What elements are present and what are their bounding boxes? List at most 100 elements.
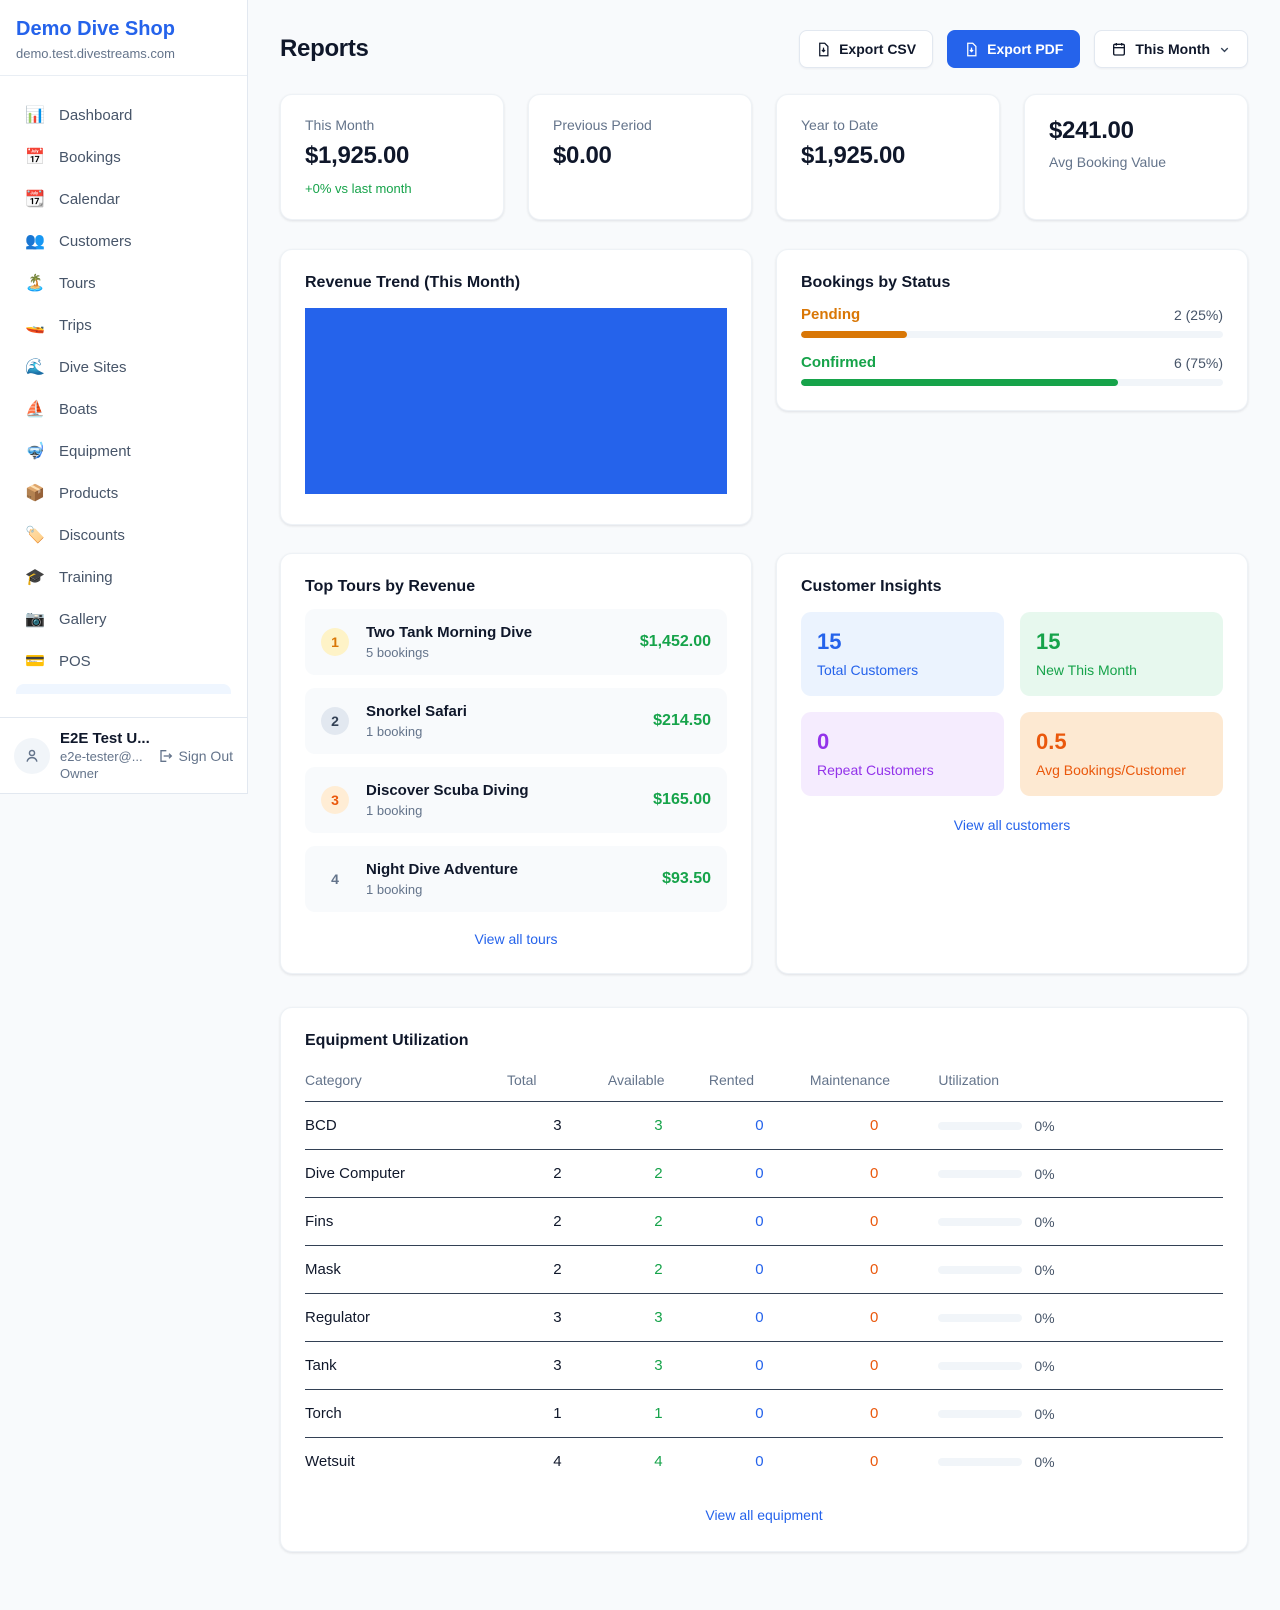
bookings-by-status-title: Bookings by Status: [801, 274, 1223, 292]
tour-bookings: 1 booking: [366, 803, 529, 818]
export-pdf-label: Export PDF: [987, 41, 1063, 57]
top-tours-title: Top Tours by Revenue: [305, 578, 727, 596]
tag-icon: 🏷️: [24, 525, 46, 545]
credit-card-icon: 💳: [24, 651, 46, 671]
bar-chart-icon: 📊: [24, 105, 46, 125]
sidebar-item-label: Trips: [59, 317, 92, 334]
cell-category: Fins: [305, 1198, 507, 1246]
view-all-customers-link[interactable]: View all customers: [954, 817, 1070, 833]
cell-available: 3: [608, 1342, 709, 1390]
utilization-pct: 0%: [1034, 1262, 1054, 1278]
sidebar-item-label: Training: [59, 569, 113, 586]
tile-avg-bookings-customer: 0.5 Avg Bookings/Customer: [1020, 712, 1223, 796]
sidebar-item-dashboard[interactable]: 📊 Dashboard: [12, 96, 235, 134]
cell-maintenance: 0: [810, 1390, 939, 1438]
sidebar-item-gallery[interactable]: 📷 Gallery: [12, 600, 235, 638]
utilization-bar: [938, 1314, 1022, 1322]
utilization-pct: 0%: [1034, 1310, 1054, 1326]
tour-bookings: 1 booking: [366, 724, 467, 739]
cell-available: 4: [608, 1438, 709, 1486]
period-dropdown[interactable]: This Month: [1094, 30, 1248, 68]
sidebar-item-equipment[interactable]: 🤿 Equipment: [12, 432, 235, 470]
stat-label: This Month: [305, 117, 479, 133]
utilization-bar: [938, 1266, 1022, 1274]
sign-out-button[interactable]: Sign Out: [157, 748, 233, 764]
sidebar-item-label: Discounts: [59, 527, 125, 544]
speedboat-icon: 🚤: [24, 315, 46, 335]
table-row: Tank 3 3 0 0 0%: [305, 1342, 1223, 1390]
person-icon: [23, 747, 41, 765]
tour-amount: $93.50: [650, 870, 711, 888]
tile-value: 15: [1036, 629, 1207, 655]
sidebar-item-label: Customers: [59, 233, 132, 250]
calendar-icon: 📆: [24, 189, 46, 209]
progress-track: [801, 331, 1223, 338]
cell-maintenance: 0: [810, 1198, 939, 1246]
tour-row: 3 Discover Scuba Diving 1 booking $165.0…: [305, 767, 727, 833]
sidebar-item-customers[interactable]: 👥 Customers: [12, 222, 235, 260]
shop-domain: demo.test.divestreams.com: [16, 46, 231, 61]
sidebar-item-tours[interactable]: 🏝️ Tours: [12, 264, 235, 302]
revenue-trend-card: Revenue Trend (This Month): [280, 249, 752, 525]
status-count: 6 (75%): [1174, 355, 1223, 371]
user-name: E2E Test U...: [60, 730, 147, 747]
tile-label: Repeat Customers: [817, 762, 988, 778]
stat-card-previous-period: Previous Period $0.00: [528, 94, 752, 220]
tile-value: 0.5: [1036, 729, 1207, 755]
utilization-pct: 0%: [1034, 1406, 1054, 1422]
cell-available: 2: [608, 1198, 709, 1246]
sidebar-item-label: Calendar: [59, 191, 120, 208]
sidebar-item-reports-partial[interactable]: [16, 684, 231, 694]
page-title: Reports: [280, 35, 369, 63]
tile-label: New This Month: [1036, 662, 1207, 678]
diving-mask-icon: 🤿: [24, 441, 46, 461]
sidebar-item-calendar[interactable]: 📆 Calendar: [12, 180, 235, 218]
export-pdf-button[interactable]: Export PDF: [947, 30, 1080, 68]
sidebar-item-products[interactable]: 📦 Products: [12, 474, 235, 512]
stat-card-this-month: This Month $1,925.00 +0% vs last month: [280, 94, 504, 220]
stat-delta: +0% vs last month: [305, 181, 479, 196]
tile-label: Total Customers: [817, 662, 988, 678]
sidebar-item-discounts[interactable]: 🏷️ Discounts: [12, 516, 235, 554]
sidebar-item-label: Dive Sites: [59, 359, 127, 376]
utilization-bar: [938, 1458, 1022, 1466]
user-panel: E2E Test U... e2e-tester@... Owner Sign …: [0, 717, 247, 793]
sidebar-item-pos[interactable]: 💳 POS: [12, 642, 235, 680]
package-icon: 📦: [24, 483, 46, 503]
export-csv-button[interactable]: Export CSV: [799, 30, 933, 68]
progress-fill: [801, 331, 907, 338]
sidebar-item-bookings[interactable]: 📅 Bookings: [12, 138, 235, 176]
view-all-tours-link[interactable]: View all tours: [474, 931, 557, 947]
wave-icon: 🌊: [24, 357, 46, 377]
utilization-pct: 0%: [1034, 1166, 1054, 1182]
rank-badge: 2: [321, 707, 349, 735]
cell-category: BCD: [305, 1102, 507, 1150]
sidebar-item-boats[interactable]: ⛵ Boats: [12, 390, 235, 428]
sidebar-item-label: Equipment: [59, 443, 131, 460]
file-download-icon: [816, 42, 831, 57]
tour-name: Snorkel Safari: [366, 703, 467, 720]
stat-card-avg-booking-value: $241.00 Avg Booking Value: [1024, 94, 1248, 220]
equipment-utilization-title: Equipment Utilization: [305, 1032, 1223, 1050]
stat-value: $0.00: [553, 142, 727, 170]
table-row: Mask 2 2 0 0 0%: [305, 1246, 1223, 1294]
main-content: Reports Export CSV Export PDF This Month: [248, 0, 1280, 1592]
sidebar-item-dive-sites[interactable]: 🌊 Dive Sites: [12, 348, 235, 386]
sidebar-item-trips[interactable]: 🚤 Trips: [12, 306, 235, 344]
view-all-equipment-link[interactable]: View all equipment: [705, 1507, 822, 1523]
progress-fill: [801, 379, 1118, 386]
stat-value: $241.00: [1049, 117, 1223, 145]
sidebar-item-training[interactable]: 🎓 Training: [12, 558, 235, 596]
stat-value: $1,925.00: [801, 142, 975, 170]
charts-row: Revenue Trend (This Month) Bookings by S…: [280, 249, 1248, 525]
insights-grid: 15 Total Customers 15 New This Month 0 R…: [801, 612, 1223, 796]
tour-row: 4 Night Dive Adventure 1 booking $93.50: [305, 846, 727, 912]
island-icon: 🏝️: [24, 273, 46, 293]
sidebar-item-label: POS: [59, 653, 91, 670]
cell-total: 3: [507, 1102, 608, 1150]
cell-total: 1: [507, 1390, 608, 1438]
tour-bookings: 1 booking: [366, 882, 518, 897]
tour-name: Night Dive Adventure: [366, 861, 518, 878]
brand[interactable]: Demo Dive Shop demo.test.divestreams.com: [0, 0, 247, 76]
cell-category: Regulator: [305, 1294, 507, 1342]
